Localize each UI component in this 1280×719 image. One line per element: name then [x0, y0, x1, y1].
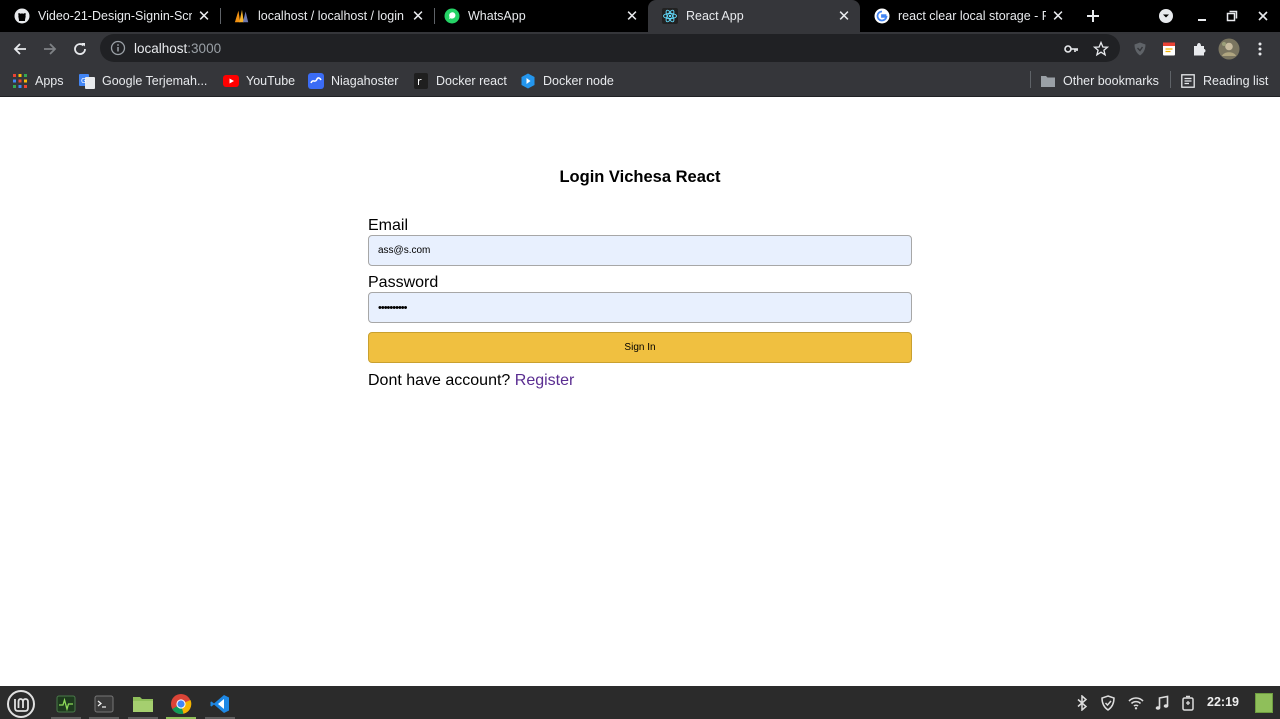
url-host: localhost — [134, 40, 188, 56]
forward-button[interactable] — [37, 36, 63, 62]
bluetooth-icon[interactable] — [1073, 694, 1091, 712]
bookmark-docker-react[interactable]: r Docker react — [413, 71, 507, 91]
bookmark-label: Apps — [35, 74, 64, 88]
site-info-icon[interactable] — [110, 40, 126, 56]
file-manager-icon[interactable] — [126, 688, 160, 719]
notes-extension-icon[interactable] — [1156, 36, 1182, 62]
youtube-icon — [223, 73, 239, 89]
minimize-icon[interactable] — [1190, 4, 1214, 28]
chrome-icon[interactable] — [164, 688, 198, 719]
clock[interactable]: 22:19 — [1207, 695, 1239, 709]
svg-text:G: G — [81, 77, 86, 85]
tab-title: React App — [686, 9, 744, 23]
bookmark-page-icon: r — [413, 73, 429, 89]
shield-update-icon[interactable] — [1099, 694, 1117, 712]
extensions-puzzle-icon[interactable] — [1186, 36, 1212, 62]
react-icon — [662, 8, 678, 24]
bookmark-label: Reading list — [1203, 74, 1269, 88]
profile-avatar[interactable] — [1216, 36, 1242, 62]
tab-close-icon[interactable]: ✕ — [832, 4, 856, 28]
shield-extension-icon[interactable] — [1127, 36, 1153, 62]
bookmark-label: Google Terjemah... — [102, 74, 208, 88]
tab-strip: Video-21-Design-Signin-Scre ✕ localhost … — [0, 0, 1280, 32]
os-taskbar: 22:19 — [0, 686, 1280, 719]
bookmark-divider — [1170, 71, 1171, 88]
bookmark-youtube[interactable]: YouTube — [223, 71, 295, 91]
tab-title: localhost / localhost / login — [258, 9, 404, 23]
tab-phpmyadmin[interactable]: localhost / localhost / login ✕ — [220, 0, 434, 32]
page-content: Login Vichesa React Email Password Sign … — [0, 97, 1280, 686]
new-tab-button[interactable] — [1081, 4, 1105, 28]
bookmark-reading-list[interactable]: Reading list — [1180, 71, 1268, 91]
restore-icon[interactable] — [1220, 4, 1244, 28]
bookmark-label: Niagahoster — [331, 74, 399, 88]
bookmarks-bar: Apps G Google Terjemah... YouTube Niagah… — [0, 65, 1280, 97]
tab-title: react clear local storage - P — [898, 9, 1046, 23]
tab-search-button[interactable] — [1154, 4, 1178, 28]
reading-list-icon — [1180, 73, 1196, 89]
whatsapp-icon — [444, 8, 460, 24]
tab-close-icon[interactable]: ✕ — [1046, 4, 1070, 28]
browser-toolbar: localhost:3000 — [0, 32, 1280, 65]
google-icon — [874, 8, 890, 24]
docker-cube-icon — [520, 73, 536, 89]
tab-react-app[interactable]: React App ✕ — [648, 0, 860, 32]
reload-button[interactable] — [67, 36, 93, 62]
page-title: Login Vichesa React — [559, 168, 721, 186]
vscode-icon[interactable] — [203, 688, 237, 719]
sign-in-button[interactable]: Sign In — [368, 332, 912, 363]
niagahoster-icon — [308, 73, 324, 89]
google-translate-icon: G — [79, 73, 95, 89]
email-field[interactable] — [368, 235, 912, 266]
bookmark-label: Docker node — [543, 74, 614, 88]
tab-close-icon[interactable]: ✕ — [192, 4, 216, 28]
tab-whatsapp[interactable]: WhatsApp ✕ — [430, 0, 648, 32]
tab-title: Video-21-Design-Signin-Scre — [38, 9, 192, 23]
close-window-icon[interactable] — [1251, 4, 1275, 28]
system-monitor-icon[interactable] — [49, 688, 83, 719]
tab-github[interactable]: Video-21-Design-Signin-Scre ✕ — [0, 0, 220, 32]
url-port: :3000 — [187, 40, 222, 56]
bookmark-docker-node[interactable]: Docker node — [520, 71, 614, 91]
tab-google-search[interactable]: react clear local storage - P ✕ — [860, 0, 1074, 32]
browser-menu-icon[interactable] — [1247, 36, 1273, 62]
bookmark-apps[interactable]: Apps — [12, 71, 64, 91]
wifi-icon[interactable] — [1127, 694, 1145, 712]
bookmark-google-translate[interactable]: G Google Terjemah... — [79, 71, 207, 91]
tab-title: WhatsApp — [468, 9, 526, 23]
bookmark-other[interactable]: Other bookmarks — [1040, 71, 1159, 91]
back-button[interactable] — [7, 36, 33, 62]
mint-menu-icon[interactable] — [4, 688, 38, 719]
music-note-icon[interactable] — [1153, 694, 1171, 712]
key-icon[interactable] — [1062, 40, 1080, 58]
tab-close-icon[interactable]: ✕ — [406, 4, 430, 28]
bookmark-label: Other bookmarks — [1063, 74, 1159, 88]
password-field[interactable] — [368, 292, 912, 323]
password-label: Password — [368, 274, 439, 291]
register-prompt: Dont have account? Register — [368, 372, 574, 390]
terminal-icon[interactable] — [87, 688, 121, 719]
register-link[interactable]: Register — [515, 372, 575, 389]
phpmyadmin-icon — [234, 8, 250, 24]
bookmark-niagahoster[interactable]: Niagahoster — [308, 71, 398, 91]
svg-text:r: r — [417, 75, 422, 88]
bookmark-label: Docker react — [436, 74, 507, 88]
no-account-text: Dont have account? — [368, 372, 515, 389]
address-bar[interactable]: localhost:3000 — [100, 34, 1120, 62]
folder-icon — [1040, 73, 1056, 89]
github-icon — [14, 8, 30, 24]
bookmark-label: YouTube — [246, 74, 296, 88]
apps-grid-icon — [12, 73, 28, 89]
bookmark-star-icon[interactable] — [1092, 40, 1110, 58]
email-label: Email — [368, 217, 409, 234]
show-desktop-icon[interactable] — [1254, 692, 1274, 714]
tab-close-icon[interactable]: ✕ — [620, 4, 644, 28]
bookmark-divider — [1030, 71, 1031, 88]
battery-update-icon[interactable] — [1179, 694, 1197, 712]
